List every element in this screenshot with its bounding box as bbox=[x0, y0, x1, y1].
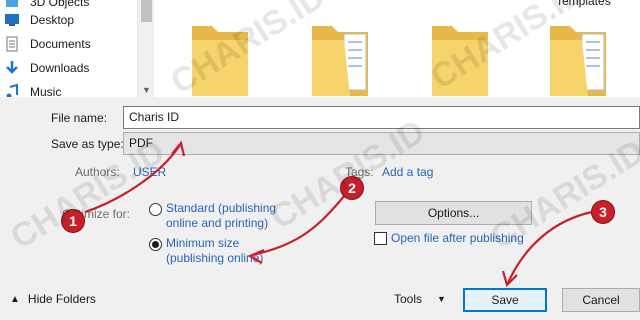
folder-icon bbox=[432, 26, 488, 96]
tools-menu[interactable]: Tools ▼ bbox=[394, 292, 446, 306]
authors-value[interactable]: USER bbox=[133, 165, 166, 179]
radio-standard-label[interactable]: Standard (publishing online and printing… bbox=[166, 201, 286, 231]
file-browser: 3D Objects Desktop Documents Downloads M… bbox=[0, 0, 640, 97]
chevron-down-icon: ▼ bbox=[437, 294, 446, 304]
music-icon bbox=[2, 83, 22, 97]
folder-item[interactable] bbox=[310, 20, 380, 98]
open-after-label[interactable]: Open file after publishing bbox=[391, 231, 524, 245]
chevron-up-icon: ▲ bbox=[10, 293, 20, 305]
folder-item[interactable] bbox=[190, 20, 260, 98]
options-button[interactable]: Options... bbox=[375, 201, 532, 225]
nav-item-downloads[interactable]: Downloads bbox=[6, 57, 90, 79]
folder-with-document-icon bbox=[550, 26, 606, 96]
step-badge-2: 2 bbox=[340, 176, 364, 200]
filename-label: File name: bbox=[51, 111, 108, 125]
nav-item-label: Downloads bbox=[30, 61, 90, 75]
folder-label: Templates bbox=[556, 0, 611, 8]
nav-item-music[interactable]: Music bbox=[6, 81, 62, 97]
tools-label: Tools bbox=[394, 292, 423, 306]
savetype-label: Save as type: bbox=[51, 137, 124, 151]
nav-scrollbar[interactable]: ▼ bbox=[137, 0, 154, 97]
nav-item-label: 3D Objects bbox=[30, 0, 90, 9]
filename-input[interactable]: Charis ID bbox=[123, 106, 640, 129]
folder-with-document-icon bbox=[312, 26, 368, 96]
step-badge-1: 1 bbox=[61, 209, 85, 233]
nav-item-documents[interactable]: Documents bbox=[6, 33, 91, 55]
documents-icon bbox=[2, 35, 22, 53]
scrollbar-thumb[interactable] bbox=[141, 0, 152, 22]
radio-minimum-size[interactable] bbox=[149, 238, 162, 251]
tags-value[interactable]: Add a tag bbox=[382, 165, 433, 179]
open-after-checkbox[interactable] bbox=[374, 232, 387, 245]
folder-item[interactable] bbox=[430, 20, 500, 98]
step-badge-3: 3 bbox=[591, 200, 615, 224]
downloads-icon bbox=[2, 59, 22, 77]
scroll-down-icon[interactable]: ▼ bbox=[142, 85, 151, 95]
hide-folders-toggle[interactable]: ▲ Hide Folders bbox=[10, 292, 96, 306]
save-button[interactable]: Save bbox=[463, 288, 547, 312]
savetype-select[interactable]: PDF bbox=[123, 132, 640, 155]
nav-item-label: Documents bbox=[30, 37, 91, 51]
folder-item-templates[interactable]: Templates bbox=[548, 0, 618, 98]
cancel-button[interactable]: Cancel bbox=[562, 288, 640, 312]
folder-icon bbox=[192, 26, 248, 96]
nav-item-label: Music bbox=[30, 85, 62, 97]
3d-objects-icon bbox=[2, 0, 22, 11]
desktop-icon bbox=[2, 11, 22, 29]
authors-label: Authors: bbox=[75, 165, 120, 179]
hide-folders-label: Hide Folders bbox=[27, 292, 96, 306]
nav-item-label: Desktop bbox=[30, 13, 75, 27]
radio-minimum-size-label[interactable]: Minimum size (publishing online) bbox=[166, 236, 276, 266]
radio-standard[interactable] bbox=[149, 203, 162, 216]
navigation-pane: 3D Objects Desktop Documents Downloads M… bbox=[0, 0, 155, 97]
nav-item-desktop[interactable]: Desktop bbox=[5, 9, 75, 31]
